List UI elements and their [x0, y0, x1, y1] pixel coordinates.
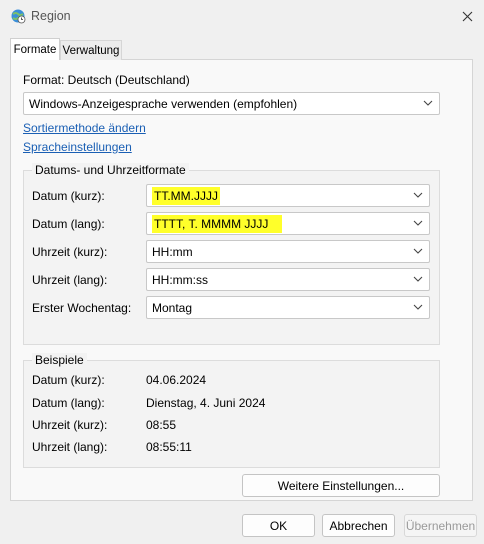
first-weekday-label: Erster Wochentag:	[32, 301, 132, 315]
chevron-down-icon	[413, 220, 423, 226]
more-settings-button[interactable]: Weitere Einstellungen...	[242, 474, 440, 497]
close-button[interactable]	[450, 0, 484, 32]
time-short-value: HH:mm	[152, 244, 193, 259]
example-date-short-value: 04.06.2024	[146, 373, 207, 387]
example-time-long-value: 08:55:11	[146, 440, 192, 454]
example-date-long-value: Dienstag, 4. Juni 2024	[146, 396, 266, 410]
date-short-label: Datum (kurz):	[32, 189, 105, 203]
date-long-value: TTTT, T. MMMM JJJJ	[152, 214, 283, 233]
time-long-value: HH:mm:ss	[152, 272, 208, 287]
time-short-dropdown[interactable]: HH:mm	[146, 240, 430, 263]
change-sort-method-link[interactable]: Sortiermethode ändern	[23, 121, 146, 135]
language-settings-link[interactable]: Spracheinstellungen	[23, 140, 132, 154]
chevron-down-icon	[413, 276, 423, 282]
chevron-down-icon	[413, 192, 423, 198]
example-time-long-label: Uhrzeit (lang):	[32, 440, 108, 454]
tab-verwaltung[interactable]: Verwaltung	[60, 40, 122, 60]
date-long-label: Datum (lang):	[32, 217, 105, 231]
chevron-down-icon	[413, 304, 423, 310]
chevron-down-icon	[423, 100, 433, 106]
first-weekday-dropdown[interactable]: Montag	[146, 296, 430, 319]
apply-button[interactable]: Übernehmen	[404, 514, 477, 537]
ok-button[interactable]: OK	[242, 514, 315, 537]
cancel-button[interactable]: Abbrechen	[322, 514, 395, 537]
date-short-dropdown[interactable]: TT.MM.JJJJ	[146, 184, 430, 207]
window-title: Region	[31, 9, 71, 23]
chevron-down-icon	[413, 248, 423, 254]
time-long-label: Uhrzeit (lang):	[32, 273, 108, 287]
tab-formate[interactable]: Formate	[10, 38, 60, 60]
examples-title: Beispiele	[32, 353, 87, 367]
close-icon	[462, 11, 472, 21]
globe-clock-icon	[11, 9, 26, 24]
format-dropdown[interactable]: Windows-Anzeigesprache verwenden (empfoh…	[23, 92, 440, 115]
format-label: Format: Deutsch (Deutschland)	[23, 73, 190, 87]
date-short-value: TT.MM.JJJJ	[152, 186, 220, 205]
example-time-short-value: 08:55	[146, 418, 177, 432]
date-time-formats-title: Datums- und Uhrzeitformate	[32, 163, 189, 177]
first-weekday-value: Montag	[152, 300, 193, 315]
date-long-dropdown[interactable]: TTTT, T. MMMM JJJJ	[146, 212, 430, 235]
time-long-dropdown[interactable]: HH:mm:ss	[146, 268, 430, 291]
format-dropdown-value: Windows-Anzeigesprache verwenden (empfoh…	[29, 96, 298, 111]
title-bar	[0, 0, 484, 32]
example-date-short-label: Datum (kurz):	[32, 373, 105, 387]
time-short-label: Uhrzeit (kurz):	[32, 245, 108, 259]
example-date-long-label: Datum (lang):	[32, 396, 105, 410]
example-time-short-label: Uhrzeit (kurz):	[32, 418, 108, 432]
